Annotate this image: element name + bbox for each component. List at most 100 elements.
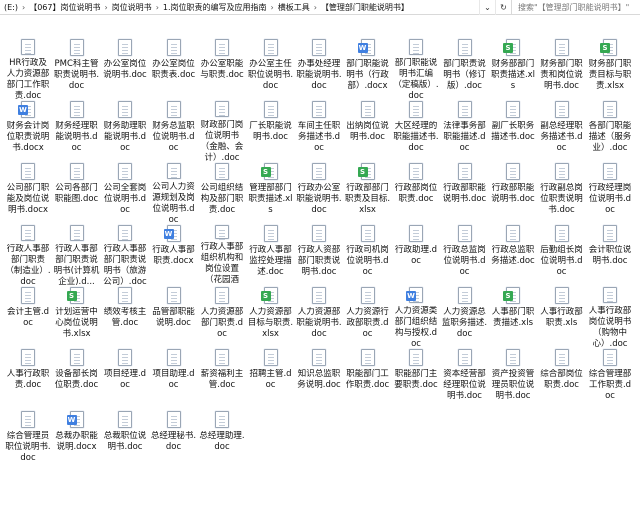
file-item[interactable]: 行政总监岗位说明书.doc xyxy=(441,223,489,285)
file-item[interactable]: 行政部职能说明书.doc xyxy=(489,161,537,223)
file-item[interactable]: 行政人事部部门职责（制造业）.doc xyxy=(4,223,52,285)
file-item[interactable]: 副厂长职务描述书.doc xyxy=(489,99,537,161)
file-item[interactable]: 车间主任职务描述书.doc xyxy=(295,99,343,161)
file-item[interactable]: 财政部门岗位说明书（金融、会计）.doc xyxy=(198,99,246,161)
file-item[interactable]: 人事行政部职责.xls xyxy=(538,285,586,347)
file-item[interactable]: 会计职位说明书.doc xyxy=(586,223,634,285)
file-name: 行政部职能说明书.doc xyxy=(442,183,487,204)
file-item[interactable]: 公司全套岗位说明书.doc xyxy=(101,161,149,223)
file-item[interactable]: 行政人资部部门职责说明书.doc xyxy=(295,223,343,285)
file-item[interactable]: W 财务会计岗位职责说明书.docx xyxy=(4,99,52,161)
refresh-button[interactable]: ↻ xyxy=(495,0,511,15)
file-item[interactable]: 行政总监职务描述.doc xyxy=(489,223,537,285)
file-item[interactable]: 招聘主管.doc xyxy=(247,347,295,409)
file-item[interactable]: 行政人事部组织机构和岗位设置（花园酒店... xyxy=(198,223,246,285)
file-item[interactable]: 大区经理的职能描述书.doc xyxy=(392,99,440,161)
file-item[interactable]: 行政部职能说明书.doc xyxy=(441,161,489,223)
file-item[interactable]: S 行政部部门职责及目标.xlsx xyxy=(344,161,392,223)
file-item[interactable]: 出纳岗位说明书.doc xyxy=(344,99,392,161)
file-name: 后勤组长岗位说明书.doc xyxy=(540,245,583,277)
file-item[interactable]: S 财务部部门职责描述.xls xyxy=(489,37,537,99)
file-item[interactable]: 办公室主任职位说明书.doc xyxy=(247,37,295,99)
file-item[interactable]: 办公室岗位说明书.doc xyxy=(101,37,149,99)
file-item[interactable]: 知识总监职务说明.doc xyxy=(295,347,343,409)
file-item[interactable]: 会计主管.doc xyxy=(4,285,52,347)
file-item[interactable]: 行政助理.doc xyxy=(392,223,440,285)
file-item[interactable]: 总裁职位说明书.doc xyxy=(101,409,149,471)
file-item[interactable]: 综合管理部工作职责.doc xyxy=(586,347,634,409)
file-item[interactable]: 综合管理员职位说明书.doc xyxy=(4,409,52,471)
breadcrumb-item[interactable]: 1.岗位职责的编写及应用指南 xyxy=(161,2,269,13)
file-item[interactable]: 设备部长岗位职责.doc xyxy=(53,347,101,409)
document-icon xyxy=(118,287,132,304)
file-item[interactable]: 办事处经理职能说明书.doc xyxy=(295,37,343,99)
file-item[interactable]: 行政司机岗位说明书.doc xyxy=(344,223,392,285)
address-history-dropdown[interactable]: ⌄ xyxy=(479,0,495,15)
file-item[interactable]: 绩效考核主管.doc xyxy=(101,285,149,347)
file-item[interactable]: HR行政及人力资源部部门工作职责.doc xyxy=(4,37,52,99)
file-item[interactable]: 部门职能说明书汇编（定稿版）.doc xyxy=(392,37,440,99)
file-item[interactable]: 财务总监职位说明书.doc xyxy=(150,99,198,161)
file-item[interactable]: S 管理部部门职责描述.xls xyxy=(247,161,295,223)
file-item[interactable]: 副总经理职务描述书.doc xyxy=(538,99,586,161)
file-item[interactable]: 行政人事部部门职责说明书（旅游公司）.doc xyxy=(101,223,149,285)
file-item[interactable]: 资本经营部经理职位说明书.doc xyxy=(441,347,489,409)
file-item[interactable]: 项目助理.doc xyxy=(150,347,198,409)
file-item[interactable]: 行政部岗位职责.doc xyxy=(392,161,440,223)
file-item[interactable]: 行政人事部部门职责说明书(计算机企业).d... xyxy=(53,223,101,285)
file-item[interactable]: 行政副总岗位职责说明书.doc xyxy=(538,161,586,223)
file-name: 办公室岗位职责表.doc xyxy=(151,59,196,80)
file-item[interactable]: 总经理秘书.doc xyxy=(150,409,198,471)
file-item[interactable]: W 总裁办职能说明.docx xyxy=(53,409,101,471)
file-item[interactable]: 人事行政职责.doc xyxy=(4,347,52,409)
file-item[interactable]: PMC科主管职责说明书.doc xyxy=(53,37,101,99)
file-item[interactable]: 资产投资管理员职位说明书.doc xyxy=(489,347,537,409)
file-item[interactable]: 行政经理岗位说明书.doc xyxy=(586,161,634,223)
file-item[interactable]: 人力资源部职能说明书.doc xyxy=(295,285,343,347)
search-box[interactable] xyxy=(511,0,640,15)
file-item[interactable]: 人力资源行政部职责.doc xyxy=(344,285,392,347)
file-item[interactable]: 办公室职能与职责.doc xyxy=(198,37,246,99)
file-item[interactable]: 行政人事部监控处理描述.doc xyxy=(247,223,295,285)
file-item[interactable]: 公司部门职能及岗位说明书.docx xyxy=(4,161,52,223)
file-item[interactable]: 项目经理.doc xyxy=(101,347,149,409)
breadcrumb[interactable]: (E:) › 【067】岗位说明书 › 岗位说明书 › 1.岗位职责的编写及应用… xyxy=(0,0,479,15)
breadcrumb-item[interactable]: 【067】岗位说明书 xyxy=(27,2,102,13)
file-item[interactable]: 财务助理职能说明书.doc xyxy=(101,99,149,161)
breadcrumb-item[interactable]: 【管理部门职能说明书】 xyxy=(319,2,411,13)
file-item[interactable]: 部门职责说明书（修订版）.doc xyxy=(441,37,489,99)
file-item[interactable]: S 人力资源部目标与职责.xlsx xyxy=(247,285,295,347)
excel-spreadsheet-icon: S xyxy=(260,163,278,180)
file-item[interactable]: W 部门职能说明书（行政部）.docx xyxy=(344,37,392,99)
file-item[interactable]: 品管部职能说明.doc xyxy=(150,285,198,347)
file-item[interactable]: 财务部门职责和岗位说明书.doc xyxy=(538,37,586,99)
file-item[interactable]: 职能部门主要职责.doc xyxy=(392,347,440,409)
breadcrumb-drive[interactable]: (E:) xyxy=(2,3,20,12)
file-item[interactable]: S 计划运营中心岗位说明书.xlsx xyxy=(53,285,101,347)
file-item[interactable]: 职能部门工作职责.doc xyxy=(344,347,392,409)
file-item[interactable]: S 人事部门职责描述.xls xyxy=(489,285,537,347)
file-item[interactable]: 各部门职能描述（服务业）.doc xyxy=(586,99,634,161)
file-item[interactable]: S 财务部门职责目标与职责.xlsx xyxy=(586,37,634,99)
file-item[interactable]: 公司组织结构及部门职责.doc xyxy=(198,161,246,223)
file-item[interactable]: W 行政人事部职责.docx xyxy=(150,223,198,285)
breadcrumb-item[interactable]: 岗位说明书 xyxy=(110,2,154,13)
file-item[interactable]: 人力资源部部门职责.doc xyxy=(198,285,246,347)
file-item[interactable]: 公司人力资源规划及岗位说明书.doc xyxy=(150,161,198,223)
excel-badge-icon: S xyxy=(357,167,368,177)
search-input[interactable] xyxy=(518,2,640,12)
file-item[interactable]: W 人力资源类部门组织结构与授权.doc xyxy=(392,285,440,347)
file-item[interactable]: 公司各部门职能图.doc xyxy=(53,161,101,223)
file-item[interactable]: 法律事务部职能描述.doc xyxy=(441,99,489,161)
file-item[interactable]: 薪资福利主管.doc xyxy=(198,347,246,409)
file-item[interactable]: 人力资源总监职务描述.doc xyxy=(441,285,489,347)
file-item[interactable]: 总经理助理.doc xyxy=(198,409,246,471)
file-item[interactable]: 财务经理职能说明书.doc xyxy=(53,99,101,161)
file-item[interactable]: 厂长职能说明书.doc xyxy=(247,99,295,161)
breadcrumb-item[interactable]: 横板工具 xyxy=(276,2,312,13)
file-item[interactable]: 后勤组长岗位说明书.doc xyxy=(538,223,586,285)
file-item[interactable]: 综合部岗位职责.doc xyxy=(538,347,586,409)
file-item[interactable]: 办公室岗位职责表.doc xyxy=(150,37,198,99)
file-item[interactable]: 行政办公室职能说明书.doc xyxy=(295,161,343,223)
file-item[interactable]: 人事行政部岗位说明书（购物中心）.doc xyxy=(586,285,634,347)
